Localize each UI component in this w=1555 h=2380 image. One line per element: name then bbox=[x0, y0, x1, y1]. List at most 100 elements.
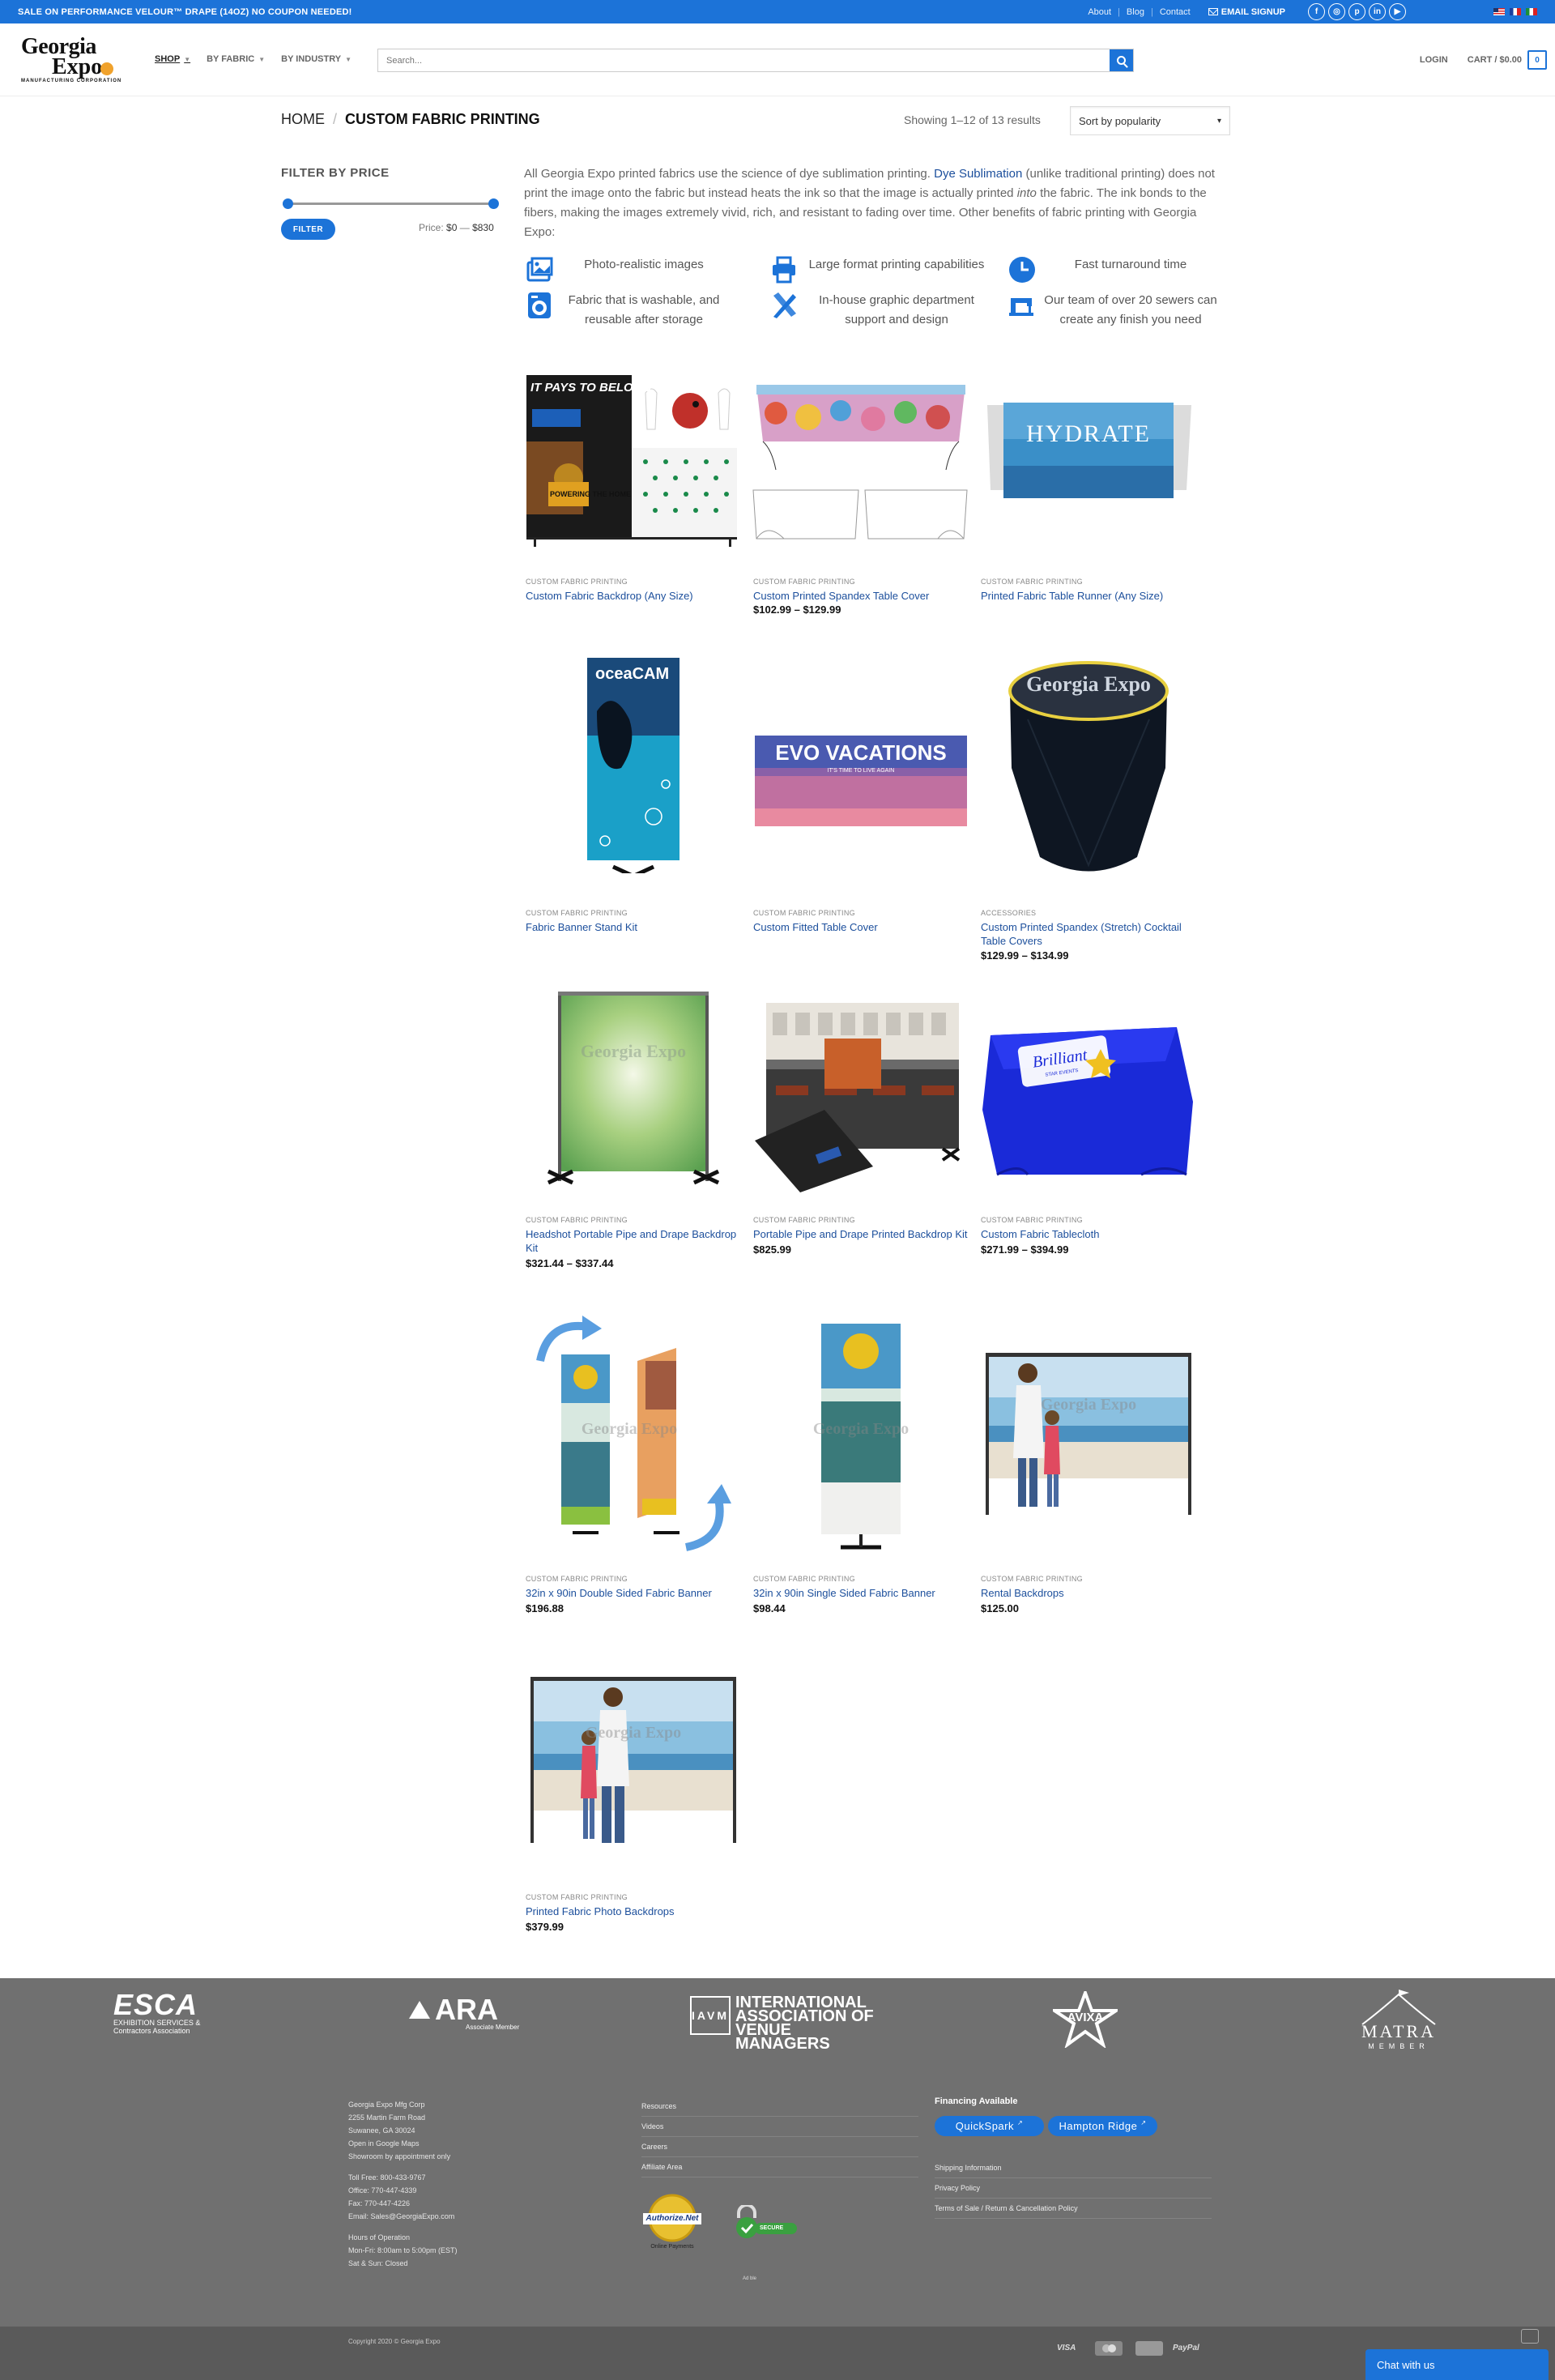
search-button[interactable] bbox=[1110, 49, 1133, 71]
product-name[interactable]: Custom Fabric Backdrop (Any Size) bbox=[526, 589, 748, 603]
product-name[interactable]: Printed Fabric Table Runner (Any Size) bbox=[981, 589, 1204, 603]
product-image-banner-stand[interactable]: oceaCAM bbox=[524, 655, 743, 873]
price-slider[interactable] bbox=[283, 198, 499, 209]
chat-widget[interactable]: Chat with us bbox=[1365, 2349, 1549, 2380]
product-category[interactable]: CUSTOM FABRIC PRINTING bbox=[753, 909, 855, 917]
breadcrumb-home[interactable]: HOME bbox=[281, 111, 325, 128]
product-name[interactable]: 32in x 90in Single Sided Fabric Banner bbox=[753, 1586, 976, 1600]
product-category[interactable]: CUSTOM FABRIC PRINTING bbox=[753, 1216, 855, 1224]
product-image-single-banner[interactable]: Georgia Expo bbox=[752, 1312, 970, 1555]
product-image-headshot-backdrop[interactable]: Georgia Expo bbox=[524, 980, 743, 1199]
product-image-cocktail-cover[interactable]: Georgia Expo bbox=[979, 655, 1198, 873]
product-category[interactable]: CUSTOM FABRIC PRINTING bbox=[753, 578, 855, 586]
blog-link[interactable]: Blog bbox=[1127, 7, 1144, 17]
instagram-icon[interactable]: ◎ bbox=[1328, 3, 1345, 20]
terms-of-sale-link[interactable]: Terms of Sale / Return & Cancellation Po… bbox=[935, 2199, 1212, 2219]
product-name[interactable]: Printed Fabric Photo Backdrops bbox=[526, 1904, 748, 1918]
product-image-rental-backdrop[interactable]: Georgia Expo bbox=[979, 1312, 1198, 1555]
youtube-icon[interactable]: ▶ bbox=[1389, 3, 1406, 20]
resources-link[interactable]: Resources bbox=[641, 2096, 918, 2117]
benefit-item: Fast turnaround time bbox=[1007, 255, 1229, 284]
email-signup-link[interactable]: EMAIL SIGNUP bbox=[1208, 7, 1285, 17]
price-slider-max-handle[interactable] bbox=[488, 198, 499, 209]
privacy-policy-link[interactable]: Privacy Policy bbox=[935, 2178, 1212, 2199]
product-category[interactable]: ACCESSORIES bbox=[981, 909, 1036, 917]
product-image-spandex-table-cover[interactable] bbox=[752, 360, 970, 579]
iavm-logo[interactable]: IAVM INTERNATIONAL ASSOCIATION OF VENUE … bbox=[690, 1994, 876, 2052]
ara-logo[interactable]: ARA Associate Member bbox=[409, 1995, 530, 2031]
affiliate-area-link[interactable]: Affiliate Area bbox=[641, 2157, 918, 2177]
shipping-info-link[interactable]: Shipping Information bbox=[935, 2158, 1212, 2178]
art-runner-text: HYDRATE bbox=[1026, 420, 1151, 447]
footer-tollfree[interactable]: Toll Free: 800-433-9767 bbox=[348, 2171, 458, 2184]
google-maps-link[interactable]: Open in Google Maps bbox=[348, 2137, 458, 2150]
art-cocktail-text: Georgia Expo bbox=[1026, 672, 1151, 696]
product-image-table-runner[interactable]: HYDRATE bbox=[979, 360, 1198, 579]
cart-count-badge: 0 bbox=[1527, 50, 1547, 70]
product-name[interactable]: Custom Fitted Table Cover bbox=[753, 920, 976, 934]
esca-logo[interactable]: ESCA EXHIBITION SERVICES & Contractors A… bbox=[113, 1990, 202, 2036]
product-name[interactable]: 32in x 90in Double Sided Fabric Banner bbox=[526, 1586, 748, 1600]
product-name[interactable]: Fabric Banner Stand Kit bbox=[526, 920, 748, 934]
product-image-tablecloth[interactable]: Brilliant STAR EVENTS bbox=[979, 980, 1198, 1199]
sort-select[interactable]: Sort by popularity ▾ bbox=[1070, 106, 1230, 135]
product-name[interactable]: Portable Pipe and Drape Printed Backdrop… bbox=[753, 1227, 976, 1241]
product-image-double-banner[interactable]: Georgia Expo bbox=[524, 1312, 743, 1555]
product-price: $379.99 bbox=[526, 1921, 564, 1933]
logo-line-2-text: Expo bbox=[52, 54, 103, 79]
benefit-item: Fabric that is washable, and reusable af… bbox=[524, 291, 743, 330]
product-name[interactable]: Rental Backdrops bbox=[981, 1586, 1204, 1600]
about-link[interactable]: About bbox=[1088, 7, 1111, 17]
facebook-icon[interactable]: f bbox=[1308, 3, 1325, 20]
product-category[interactable]: CUSTOM FABRIC PRINTING bbox=[981, 1216, 1083, 1224]
product-image-photo-backdrop[interactable]: Georgia Expo bbox=[524, 1640, 743, 1883]
product-image-fitted-table-cover[interactable]: EVO VACATIONS IT'S TIME TO LIVE AGAIN bbox=[752, 655, 970, 873]
product-category[interactable]: CUSTOM FABRIC PRINTING bbox=[526, 578, 628, 586]
videos-link[interactable]: Videos bbox=[641, 2117, 918, 2137]
login-link[interactable]: LOGIN bbox=[1420, 55, 1448, 65]
external-link-icon: ↗ bbox=[1140, 2119, 1147, 2126]
dye-sublimation-link[interactable]: Dye Sublimation bbox=[934, 167, 1022, 181]
search-input[interactable] bbox=[378, 49, 1110, 71]
breadcrumb-separator: / bbox=[333, 111, 338, 127]
us-flag-icon[interactable] bbox=[1493, 8, 1505, 15]
chat-minimize-button[interactable] bbox=[1521, 2329, 1539, 2344]
product-image-pipe-drape-kit[interactable] bbox=[752, 980, 970, 1199]
linkedin-icon[interactable]: in bbox=[1369, 3, 1386, 20]
pinterest-icon[interactable]: p bbox=[1348, 3, 1365, 20]
italy-flag-icon[interactable] bbox=[1526, 8, 1537, 15]
site-logo[interactable]: Georgia Expo MANUFACTURING CORPORATION bbox=[21, 36, 130, 87]
france-flag-icon[interactable] bbox=[1510, 8, 1521, 15]
product-name[interactable]: Custom Fabric Tablecloth bbox=[981, 1227, 1204, 1241]
nav-by-fabric[interactable]: BY FABRIC ▼ bbox=[207, 54, 265, 64]
footer-tiny-text: Ad ble bbox=[743, 2276, 757, 2281]
footer-office[interactable]: Office: 770-447-4339 bbox=[348, 2184, 458, 2197]
product-name[interactable]: Custom Printed Spandex Table Cover bbox=[753, 589, 976, 603]
benefit-text: Fabric that is washable, and reusable af… bbox=[568, 293, 720, 326]
contact-link[interactable]: Contact bbox=[1160, 7, 1191, 17]
secure-badge[interactable]: SECURE bbox=[731, 2203, 799, 2241]
product-name[interactable]: Headshot Portable Pipe and Drape Backdro… bbox=[526, 1227, 748, 1255]
product-category[interactable]: CUSTOM FABRIC PRINTING bbox=[526, 1216, 628, 1224]
cart-link[interactable]: CART / $0.00 0 bbox=[1468, 50, 1547, 70]
product-category[interactable]: CUSTOM FABRIC PRINTING bbox=[526, 1893, 628, 1901]
quickspark-button[interactable]: QuickSpark ↗ bbox=[935, 2116, 1044, 2136]
product-category[interactable]: CUSTOM FABRIC PRINTING bbox=[526, 909, 628, 917]
footer-email[interactable]: Email: Sales@GeorgiaExpo.com bbox=[348, 2210, 458, 2223]
avixa-logo[interactable]: AVIXA bbox=[1049, 1988, 1122, 2049]
nav-shop[interactable]: SHOP ▼ bbox=[155, 54, 190, 64]
matra-logo[interactable]: MATRA MEMBER bbox=[1354, 1988, 1443, 2050]
price-slider-min-handle[interactable] bbox=[283, 198, 293, 209]
authorize-net-badge[interactable]: Authorize.Net Online Payments bbox=[641, 2194, 703, 2255]
product-category[interactable]: CUSTOM FABRIC PRINTING bbox=[981, 578, 1083, 586]
hampton-ridge-button[interactable]: Hampton Ridge ↗ bbox=[1048, 2116, 1157, 2136]
product-category[interactable]: CUSTOM FABRIC PRINTING bbox=[981, 1575, 1083, 1583]
nav-by-industry[interactable]: BY INDUSTRY ▼ bbox=[281, 54, 351, 64]
promo-banner[interactable]: SALE ON PERFORMANCE VELOUR™ DRAPE (14OZ)… bbox=[18, 7, 352, 17]
careers-link[interactable]: Careers bbox=[641, 2137, 918, 2157]
product-category[interactable]: CUSTOM FABRIC PRINTING bbox=[526, 1575, 628, 1583]
filter-button[interactable]: FILTER bbox=[281, 219, 335, 240]
product-name[interactable]: Custom Printed Spandex (Stretch) Cocktai… bbox=[981, 920, 1204, 948]
product-category[interactable]: CUSTOM FABRIC PRINTING bbox=[753, 1575, 855, 1583]
product-image-backdrop[interactable]: IT PAYS TO BELONG POWERING THE HOME bbox=[524, 360, 743, 579]
